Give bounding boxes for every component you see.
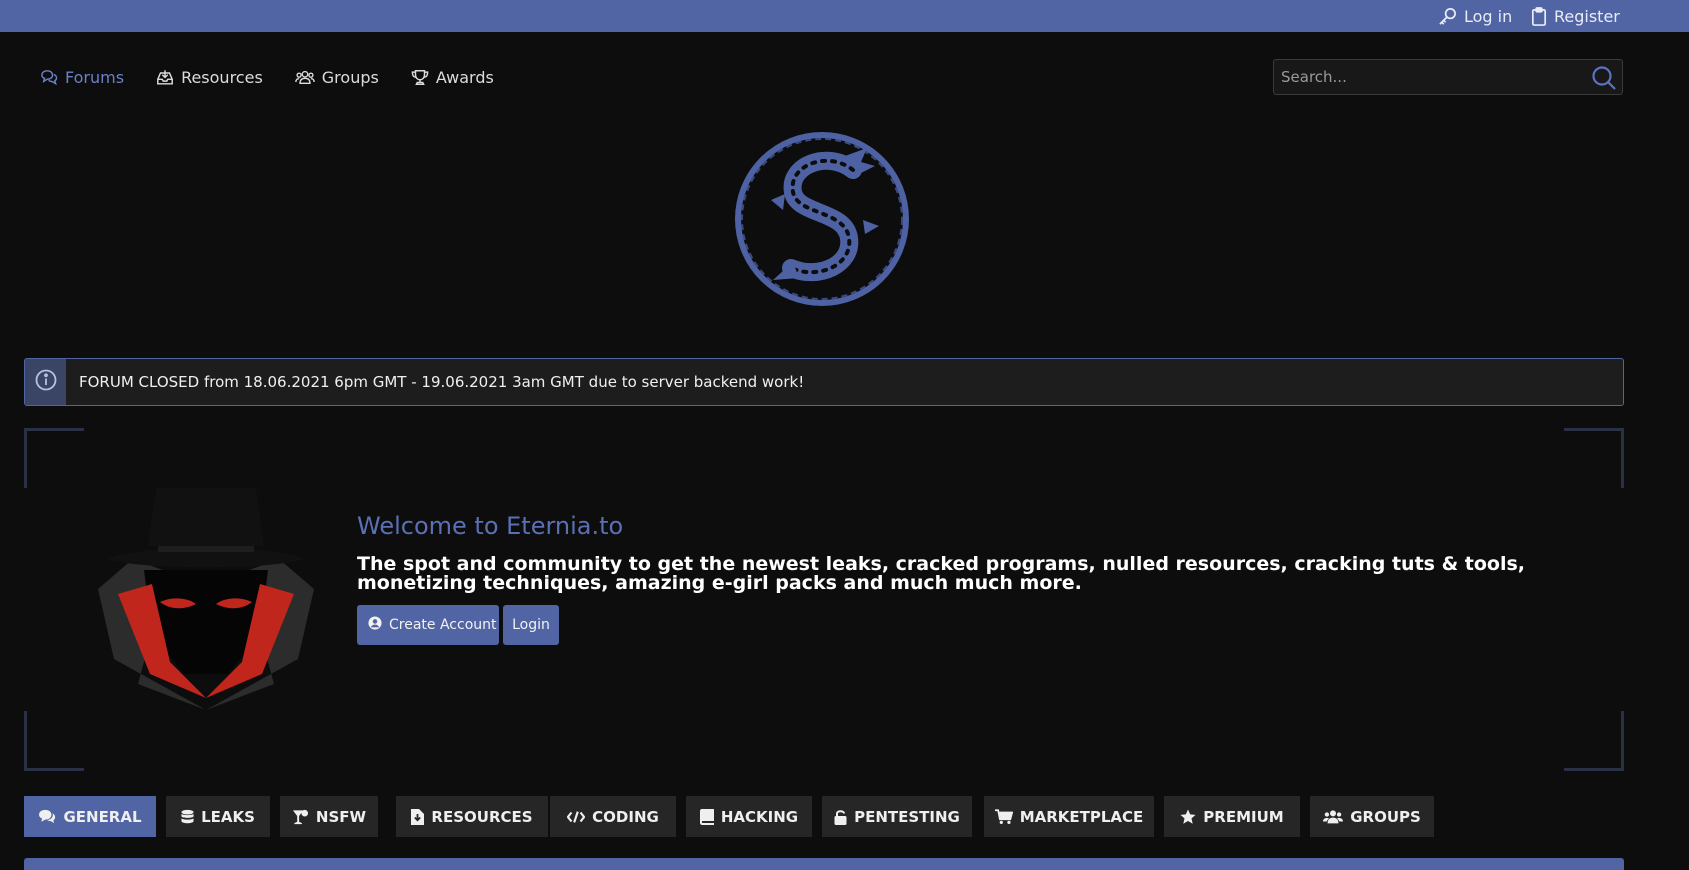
login-link[interactable]: Log in	[1438, 0, 1512, 32]
info-icon	[35, 369, 57, 395]
tab-label: RESOURCES	[431, 807, 533, 826]
nav-item-label: Forums	[65, 67, 125, 87]
hacker-illustration	[98, 484, 314, 710]
top-bar: Log in Register	[0, 0, 1689, 32]
frame-corner	[1564, 711, 1624, 771]
notice-banner: FORUM CLOSED from 18.06.2021 6pm GMT - 1…	[24, 358, 1624, 406]
file-download-icon	[411, 808, 425, 825]
inbox-download-icon	[156, 69, 174, 86]
nav-item-awards[interactable]: Awards	[411, 68, 494, 87]
tab-label: CODING	[592, 807, 659, 826]
notice-text: FORUM CLOSED from 18.06.2021 6pm GMT - 1…	[79, 373, 805, 391]
welcome-text: The spot and community to get the newest…	[357, 553, 1525, 594]
tab-marketplace[interactable]: MARKETPLACE	[984, 796, 1154, 837]
nav-item-label: Resources	[181, 67, 263, 87]
clipboard-icon	[1531, 6, 1547, 26]
frame-corner	[24, 711, 84, 771]
frame-corner	[1564, 428, 1624, 488]
nav-item-groups[interactable]: Groups	[295, 68, 379, 87]
register-label: Register	[1554, 6, 1620, 26]
users-icon	[295, 69, 315, 85]
create-account-label: Create Account	[389, 617, 497, 633]
tab-label: GROUPS	[1350, 807, 1421, 826]
tab-label: GENERAL	[63, 807, 142, 826]
comments-icon	[40, 69, 58, 85]
tab-label: PREMIUM	[1203, 807, 1284, 826]
main-nav: Forums Resources Groups Awards	[40, 62, 526, 92]
user-circle-icon	[368, 616, 382, 634]
nav-item-label: Awards	[435, 67, 494, 87]
search-button[interactable]	[1591, 65, 1617, 91]
category-header-strip	[24, 858, 1624, 870]
tab-premium[interactable]: PREMIUM	[1164, 796, 1300, 837]
book-icon	[699, 808, 714, 825]
login-label: Log in	[1464, 6, 1513, 26]
cart-icon	[994, 808, 1013, 825]
trophy-icon	[411, 69, 429, 86]
database-icon	[181, 809, 194, 825]
search-box	[1273, 59, 1623, 95]
create-account-button[interactable]: Create Account	[357, 605, 499, 645]
tab-label: NSFW	[315, 807, 367, 826]
tab-groups[interactable]: GROUPS	[1310, 796, 1434, 837]
register-link[interactable]: Register	[1531, 0, 1620, 32]
cocktail-icon	[292, 809, 309, 825]
tab-pentesting[interactable]: PENTESTING	[822, 796, 972, 837]
lock-open-icon	[834, 809, 847, 825]
tab-general[interactable]: GENERAL	[24, 796, 156, 837]
star-icon	[1180, 809, 1196, 825]
frame-corner	[24, 428, 84, 488]
dragon-logo[interactable]	[733, 130, 911, 308]
code-icon	[567, 810, 586, 824]
search-input[interactable]	[1274, 60, 1574, 94]
users-icon	[1323, 809, 1344, 824]
tab-resources[interactable]: RESOURCES	[396, 796, 548, 837]
tab-nsfw[interactable]: NSFW	[280, 796, 378, 837]
welcome-title: Welcome to Eternia.to	[357, 512, 624, 540]
tab-hacking[interactable]: HACKING	[686, 796, 812, 837]
nav-item-resources[interactable]: Resources	[156, 68, 263, 87]
login-button[interactable]: Login	[503, 605, 559, 645]
comments-icon	[38, 809, 56, 824]
tab-leaks[interactable]: LEAKS	[166, 796, 270, 837]
login-button-label: Login	[512, 617, 550, 633]
tab-coding[interactable]: CODING	[550, 796, 676, 837]
nav-item-label: Groups	[321, 67, 379, 87]
nav-item-forums[interactable]: Forums	[40, 68, 124, 87]
tab-label: MARKETPLACE	[1019, 807, 1144, 826]
key-icon	[1438, 7, 1457, 26]
search-icon	[1591, 66, 1617, 95]
tab-label: HACKING	[720, 807, 799, 826]
notice-icon-box	[25, 359, 66, 405]
tab-label: PENTESTING	[854, 807, 960, 826]
tab-label: LEAKS	[201, 807, 255, 826]
